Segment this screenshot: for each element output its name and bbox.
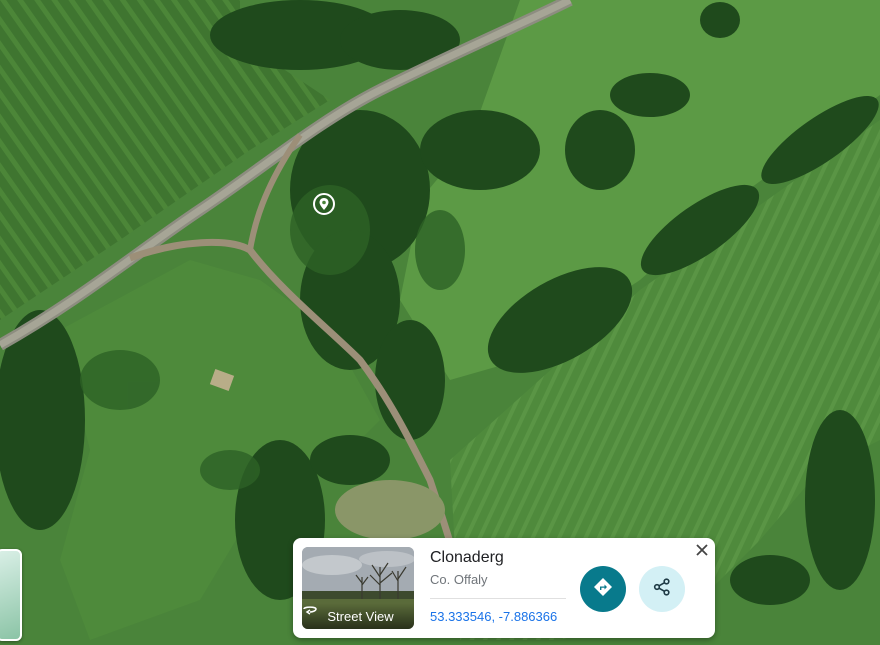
- location-pin-icon[interactable]: [313, 193, 335, 215]
- divider: [430, 598, 566, 599]
- close-icon: [695, 543, 709, 562]
- directions-button[interactable]: [580, 566, 626, 612]
- layer-thumbnail[interactable]: [0, 549, 22, 641]
- share-icon: [652, 577, 672, 602]
- place-region: Co. Offaly: [430, 572, 488, 587]
- street-view-label-row[interactable]: Street View: [302, 603, 414, 629]
- share-button[interactable]: [639, 566, 685, 612]
- coordinates-link[interactable]: 53.333546, -7.886366: [430, 609, 557, 624]
- place-title: Clonaderg: [430, 549, 504, 566]
- close-button[interactable]: [692, 542, 712, 562]
- street-view-thumbnail[interactable]: Street View: [302, 547, 414, 629]
- place-card: Street View Clonaderg Co. Offaly 53.3335…: [293, 538, 715, 638]
- street-view-label: Street View: [327, 608, 394, 624]
- directions-icon: [593, 577, 613, 602]
